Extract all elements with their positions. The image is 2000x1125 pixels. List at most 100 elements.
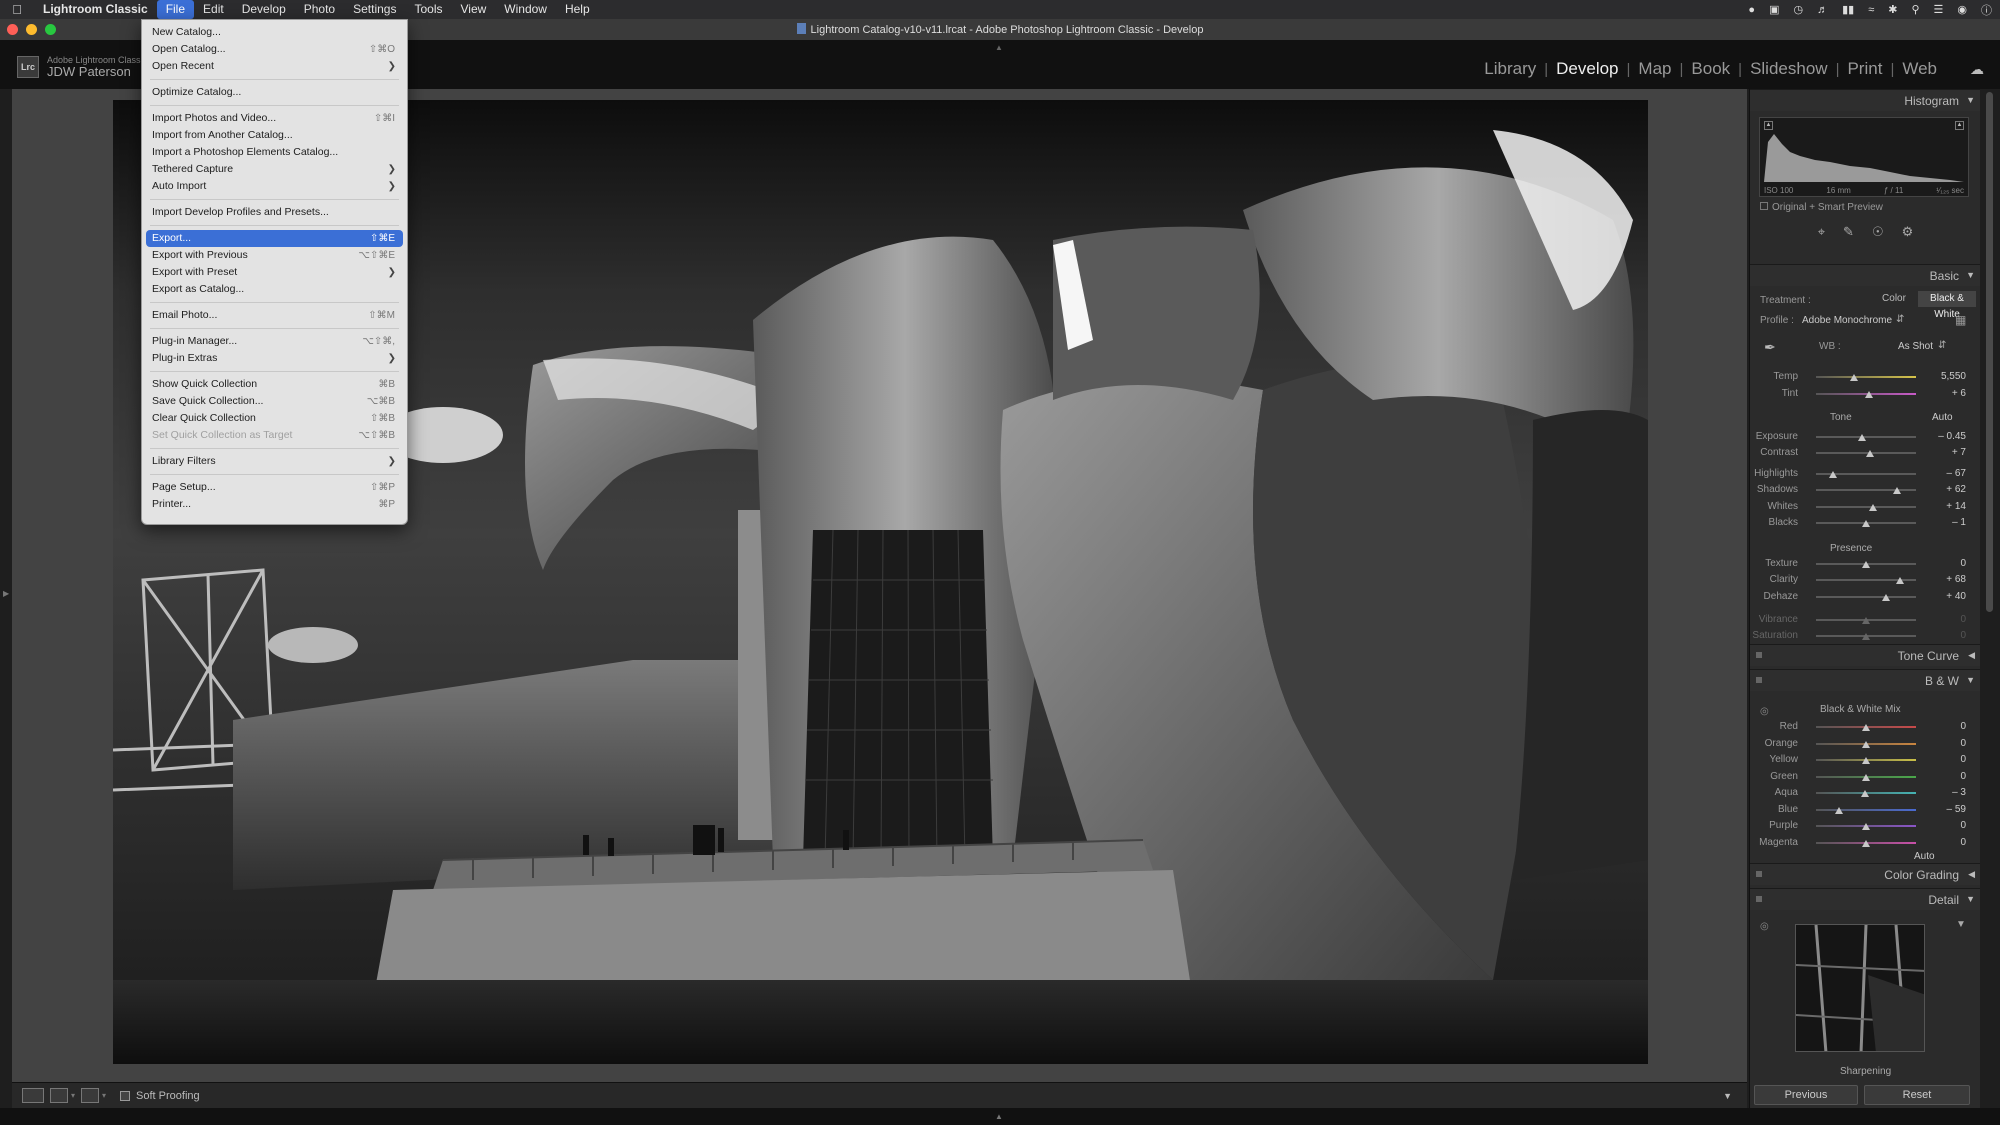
tone-auto-button[interactable]: Auto [1932, 412, 1953, 423]
crop-icon[interactable]: ⌖ [1818, 224, 1825, 240]
collapse-top-panel-icon[interactable]: ▲ [995, 43, 1003, 52]
menu-app-name[interactable]: Lightroom Classic [34, 0, 157, 19]
menu-item-page-setup[interactable]: Page Setup... ⇧⌘P [146, 479, 403, 496]
menu-item-export-as-catalog[interactable]: Export as Catalog... [146, 281, 403, 298]
slider-value-tint[interactable]: + 6 [1926, 388, 1966, 399]
profile-dropdown-arrow-icon[interactable]: ⇵ [1896, 314, 1904, 325]
slider-knob-highlights[interactable] [1829, 471, 1837, 478]
red-eye-icon[interactable]: ☉ [1872, 224, 1884, 240]
slider-track-shadows[interactable] [1816, 489, 1916, 491]
bluetooth-icon[interactable]: ✱ [1888, 3, 1897, 16]
menu-item-import-a-photoshop-elements-catalog[interactable]: Import a Photoshop Elements Catalog... [146, 144, 403, 161]
slider-value-red[interactable]: 0 [1926, 721, 1966, 732]
slider-knob-texture[interactable] [1862, 561, 1870, 568]
slider-value-saturation[interactable]: 0 [1926, 630, 1966, 641]
menu-item-plug-in-extras[interactable]: Plug-in Extras ❯ [146, 350, 403, 367]
menu-item-open-recent[interactable]: Open Recent ❯ [146, 58, 403, 75]
cloud-sync-icon[interactable]: ☁ [1970, 61, 1984, 78]
basic-header[interactable]: Basic ▼ [1750, 264, 1981, 286]
bw-auto-button[interactable]: Auto [1914, 851, 1935, 862]
menu-photo[interactable]: Photo [295, 0, 344, 19]
yy-view-button[interactable] [81, 1088, 100, 1103]
menu-item-auto-import[interactable]: Auto Import ❯ [146, 178, 403, 195]
toolbar-options-icon[interactable]: ▼ [1723, 1091, 1732, 1101]
slider-value-highlights[interactable]: – 67 [1926, 468, 1966, 479]
slider-value-vibrance[interactable]: 0 [1926, 614, 1966, 625]
display-icon[interactable]: ▣ [1769, 3, 1779, 16]
menu-item-plug-in-manager[interactable]: Plug-in Manager... ⌥⇧⌘, [146, 333, 403, 350]
detail-zoom-preview[interactable] [1795, 924, 1925, 1052]
module-develop[interactable]: Develop [1548, 59, 1626, 79]
targeted-adjust-icon[interactable]: ◎ [1760, 706, 1769, 717]
menu-item-save-quick-collection[interactable]: Save Quick Collection... ⌥⌘B [146, 393, 403, 410]
slider-knob-temp[interactable] [1850, 374, 1858, 381]
slider-knob-green[interactable] [1862, 773, 1870, 781]
slider-knob-tint[interactable] [1865, 391, 1873, 398]
menu-item-show-quick-collection[interactable]: Show Quick Collection ⌘B [146, 376, 403, 393]
slider-track-dehaze[interactable] [1816, 596, 1916, 598]
slider-knob-orange[interactable] [1862, 740, 1870, 748]
module-slideshow[interactable]: Slideshow [1742, 59, 1836, 79]
slider-track-blue[interactable] [1816, 808, 1916, 811]
menu-item-export-with-previous[interactable]: Export with Previous ⌥⇧⌘E [146, 247, 403, 264]
tone-curve-header[interactable]: Tone Curve ◀ [1750, 644, 1981, 666]
slider-value-aqua[interactable]: – 3 [1926, 787, 1966, 798]
battery-icon[interactable]: ▮▮ [1842, 3, 1854, 16]
search-icon[interactable]: ⚲ [1911, 3, 1919, 16]
slider-knob-whites[interactable] [1869, 504, 1877, 511]
slider-knob-aqua[interactable] [1861, 790, 1869, 797]
menu-item-library-filters[interactable]: Library Filters ❯ [146, 453, 403, 470]
treatment-bw-button[interactable]: Black & White [1918, 291, 1976, 320]
menu-view[interactable]: View [451, 0, 495, 19]
menu-item-new-catalog[interactable]: New Catalog... [146, 24, 403, 41]
menu-item-import-photos-and-video[interactable]: Import Photos and Video... ⇧⌘I [146, 110, 403, 127]
menu-edit[interactable]: Edit [194, 0, 233, 19]
module-library[interactable]: Library [1476, 59, 1544, 79]
slider-knob-blacks[interactable] [1862, 520, 1870, 527]
slider-value-shadows[interactable]: + 62 [1926, 484, 1966, 495]
expand-filmstrip-icon[interactable]: ▲ [995, 1112, 1003, 1121]
slider-value-dehaze[interactable]: + 40 [1926, 591, 1966, 602]
profile-browser-icon[interactable]: ▦ [1955, 313, 1966, 327]
slider-knob-shadows[interactable] [1893, 487, 1901, 494]
profile-dropdown[interactable]: Adobe Monochrome [1802, 315, 1892, 326]
menu-item-export[interactable]: Export... ⇧⌘E [146, 230, 403, 247]
slider-value-whites[interactable]: + 14 [1926, 501, 1966, 512]
slider-value-contrast[interactable]: + 7 [1926, 447, 1966, 458]
before-after-view-button[interactable] [50, 1088, 68, 1103]
menu-item-tethered-capture[interactable]: Tethered Capture ❯ [146, 161, 403, 178]
reset-button[interactable]: Reset [1864, 1085, 1970, 1105]
menu-item-clear-quick-collection[interactable]: Clear Quick Collection ⇧⌘B [146, 410, 403, 427]
histogram-header[interactable]: Histogram ▼ [1750, 89, 1981, 111]
previous-button[interactable]: Previous [1754, 1085, 1858, 1105]
slider-value-blacks[interactable]: – 1 [1926, 517, 1966, 528]
slider-knob-yellow[interactable] [1862, 757, 1870, 764]
menu-window[interactable]: Window [495, 0, 556, 19]
module-print[interactable]: Print [1839, 59, 1890, 79]
slider-knob-clarity[interactable] [1896, 577, 1904, 584]
slider-value-texture[interactable]: 0 [1926, 558, 1966, 569]
slider-track-whites[interactable] [1816, 506, 1916, 508]
slider-knob-contrast[interactable] [1866, 450, 1874, 457]
detail-target-icon[interactable]: ◎ [1760, 921, 1769, 932]
slider-track-temp[interactable] [1816, 376, 1916, 378]
detail-header[interactable]: Detail ▼ [1750, 888, 1981, 910]
slider-value-purple[interactable]: 0 [1926, 820, 1966, 831]
volume-icon[interactable]: ♬ [1817, 4, 1828, 16]
module-web[interactable]: Web [1894, 59, 1945, 79]
menu-item-printer[interactable]: Printer... ⌘P [146, 496, 403, 513]
user-icon[interactable]: ◉ [1957, 3, 1967, 16]
slider-knob-magenta[interactable] [1862, 839, 1870, 847]
yy-dropdown-icon[interactable]: ▾ [102, 1091, 106, 1100]
right-panel-scrollbar[interactable] [1980, 89, 2000, 1108]
soft-proofing-checkbox[interactable] [120, 1090, 131, 1101]
slider-knob-purple[interactable] [1862, 823, 1870, 830]
color-grading-header[interactable]: Color Grading ◀ [1750, 863, 1981, 885]
slider-value-magenta[interactable]: 0 [1926, 837, 1966, 848]
slider-value-yellow[interactable]: 0 [1926, 754, 1966, 765]
apple-icon[interactable]:  [0, 2, 34, 17]
histogram[interactable]: ▲ ▲ ISO 100 16 mm ƒ / 11 ¹⁄₁₂₅ sec [1759, 117, 1969, 197]
slider-knob-blue[interactable] [1835, 806, 1843, 814]
panel-toggle-switch[interactable] [1756, 871, 1762, 877]
location-icon[interactable]: ● [1748, 4, 1755, 16]
